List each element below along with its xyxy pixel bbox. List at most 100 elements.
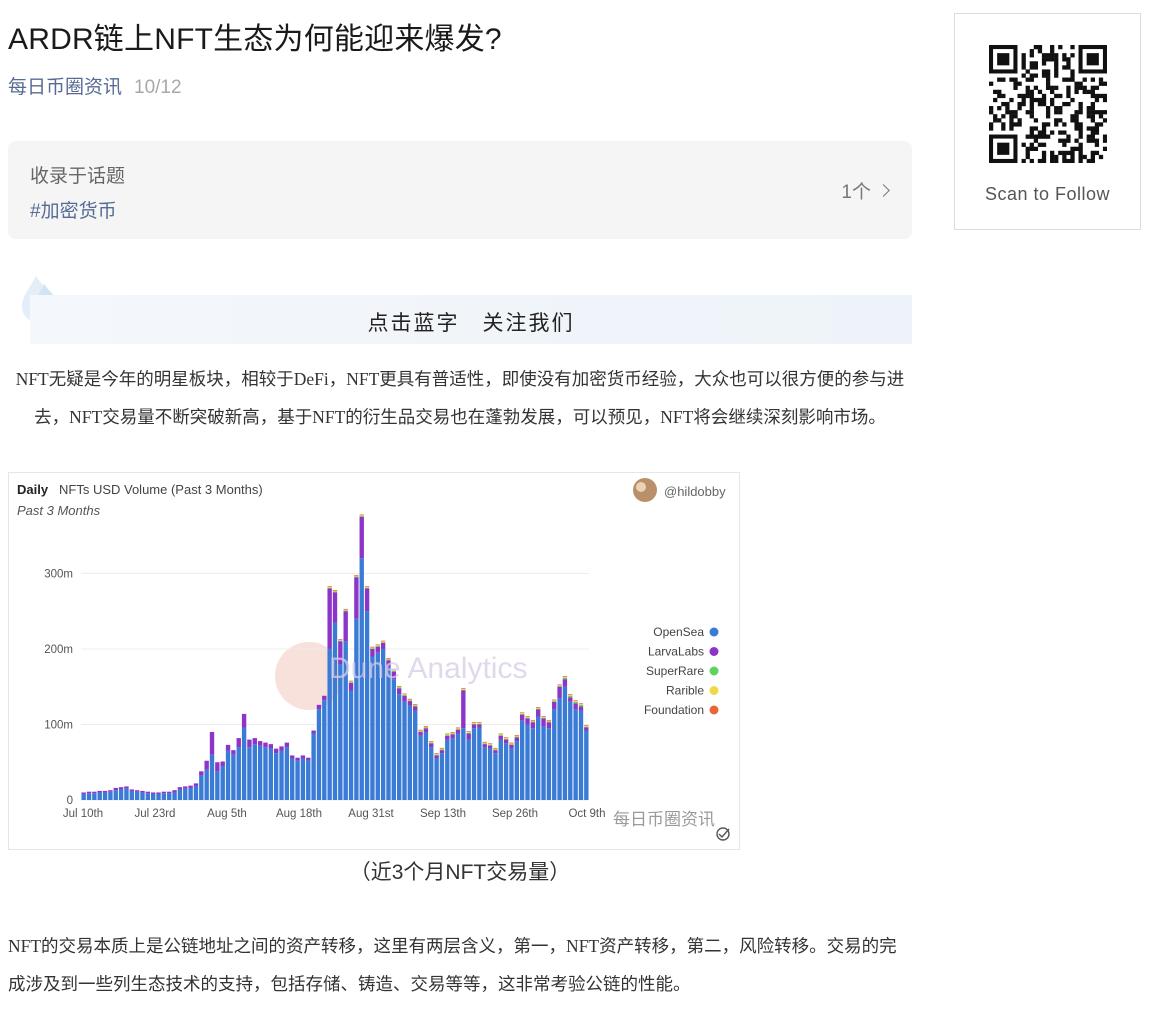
bar-segment bbox=[423, 726, 429, 728]
bar-segment bbox=[359, 516, 364, 559]
bar-segment bbox=[445, 734, 450, 736]
qr-module bbox=[1054, 69, 1059, 74]
topic-tag-link[interactable]: #加密货币 bbox=[30, 196, 117, 223]
bar-segment bbox=[402, 693, 407, 695]
qr-module bbox=[1025, 134, 1030, 139]
topic-label: 收录于话题 bbox=[30, 166, 126, 187]
qr-module bbox=[1102, 110, 1107, 115]
qr-module bbox=[1021, 65, 1026, 70]
qr-module bbox=[1090, 134, 1095, 139]
qr-code-image[interactable] bbox=[989, 45, 1107, 163]
bar-segment bbox=[429, 742, 434, 744]
bar-segment bbox=[343, 609, 348, 611]
bar-segment bbox=[134, 791, 140, 800]
qr-module bbox=[1033, 134, 1039, 139]
qr-module bbox=[1054, 93, 1059, 99]
bar-segment bbox=[413, 710, 418, 800]
qr-module bbox=[1050, 97, 1055, 103]
qr-module bbox=[1094, 110, 1100, 115]
qr-module bbox=[1021, 101, 1026, 107]
qr-module bbox=[1033, 85, 1039, 90]
qr-module bbox=[1078, 146, 1083, 151]
follow-banner[interactable]: 点击蓝字 关注我们 bbox=[30, 295, 912, 344]
bar-segment bbox=[402, 695, 407, 702]
bar-segment bbox=[338, 639, 343, 640]
qr-module bbox=[1029, 158, 1034, 163]
bar-segment bbox=[578, 710, 584, 800]
bar-segment bbox=[477, 724, 482, 728]
bar-segment bbox=[546, 720, 552, 722]
qr-module bbox=[1074, 110, 1079, 115]
qr-module bbox=[1021, 61, 1026, 66]
bar-segment bbox=[113, 787, 118, 791]
bar-segment bbox=[461, 689, 466, 691]
bar-segment bbox=[413, 704, 418, 705]
qr-module bbox=[1033, 61, 1039, 66]
legend-label: SuperRare bbox=[646, 664, 704, 678]
bar-segment bbox=[493, 749, 498, 751]
bar-segment bbox=[429, 741, 434, 742]
bar-segment bbox=[375, 644, 380, 646]
qr-module bbox=[1001, 77, 1006, 82]
qr-module bbox=[1078, 134, 1083, 139]
qr-module bbox=[1037, 97, 1043, 103]
qr-module bbox=[1050, 89, 1055, 95]
account-name-link[interactable]: 每日币圈资讯 bbox=[8, 77, 122, 98]
bar-segment bbox=[161, 793, 167, 800]
qr-module bbox=[1041, 142, 1047, 147]
qr-module bbox=[1041, 69, 1047, 74]
bar-segment bbox=[487, 743, 493, 745]
bar-segment bbox=[429, 747, 434, 800]
bar-segment bbox=[118, 789, 124, 800]
qr-module bbox=[1082, 154, 1087, 160]
bar-segment bbox=[370, 648, 375, 649]
checkmark-icon bbox=[718, 828, 730, 839]
bar-segment bbox=[530, 719, 536, 721]
bar-segment bbox=[81, 793, 86, 800]
qr-module bbox=[1037, 49, 1043, 54]
bar-segment bbox=[204, 760, 209, 770]
bar-segment bbox=[263, 747, 268, 800]
topic-card[interactable]: 收录于话题 #加密货币 1个 bbox=[8, 141, 912, 239]
qr-module bbox=[1054, 110, 1059, 115]
qr-module bbox=[1029, 114, 1034, 119]
qr-module bbox=[1086, 53, 1099, 66]
topic-count[interactable]: 1个 bbox=[841, 177, 890, 204]
qr-module bbox=[1029, 49, 1034, 54]
bar-segment bbox=[364, 588, 370, 612]
bar-segment bbox=[215, 771, 220, 800]
qr-module bbox=[1050, 101, 1055, 107]
bar-segment bbox=[450, 733, 455, 735]
qr-module bbox=[997, 106, 1002, 111]
qr-module bbox=[1070, 97, 1075, 103]
qr-module bbox=[1090, 126, 1095, 131]
bar-segment bbox=[434, 754, 439, 756]
bar-segment bbox=[151, 793, 156, 800]
bar-segment bbox=[445, 739, 450, 800]
qr-module bbox=[1005, 101, 1010, 107]
qr-module bbox=[1098, 81, 1104, 86]
bar-segment bbox=[343, 610, 348, 612]
qr-module bbox=[997, 118, 1002, 123]
qr-module bbox=[1094, 93, 1100, 99]
x-tick-label: Aug 31st bbox=[348, 808, 394, 820]
chart-subtitle: Past 3 Months bbox=[17, 503, 101, 518]
author-avatar-detail bbox=[636, 482, 646, 492]
bar-segment bbox=[295, 760, 300, 800]
qr-module bbox=[1058, 118, 1063, 123]
bar-segment bbox=[503, 743, 509, 800]
qr-code-panel: Scan to Follow bbox=[954, 13, 1141, 230]
qr-module bbox=[989, 126, 994, 131]
qr-module bbox=[1033, 138, 1039, 143]
bar-segment bbox=[364, 611, 370, 800]
bar-segment bbox=[359, 515, 364, 517]
bar-segment bbox=[461, 688, 466, 689]
legend-label: Rarible bbox=[666, 684, 704, 698]
qr-module bbox=[1066, 101, 1071, 107]
bar-segment bbox=[557, 698, 562, 800]
qr-module bbox=[1013, 81, 1018, 86]
qr-module bbox=[1045, 73, 1051, 78]
bar-segment bbox=[375, 645, 380, 646]
qr-module bbox=[1078, 101, 1083, 107]
bar-segment bbox=[204, 769, 209, 800]
